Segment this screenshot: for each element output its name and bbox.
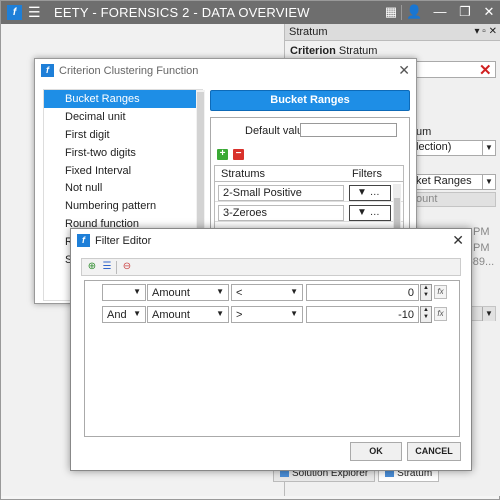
list-item[interactable]: Numbering pattern <box>44 197 202 215</box>
dialog-title-bar: f Filter Editor ✕ <box>71 229 471 253</box>
dock-time-1: PM <box>473 226 490 238</box>
ok-button[interactable]: OK <box>350 442 402 461</box>
table-row: 2-Small Positive ▼ … <box>215 182 403 202</box>
chevron-down-icon: ▼ <box>133 309 141 318</box>
chevron-down-icon: ▼ <box>133 287 141 296</box>
filter-icon: ▼ <box>357 207 367 218</box>
list-item[interactable]: Decimal unit <box>44 108 202 126</box>
chevron-down-icon: ▼ <box>216 287 224 296</box>
clear-icon[interactable]: ✕ <box>479 61 492 79</box>
remove-condition-icon[interactable]: ⊖ <box>121 261 133 273</box>
toolbar-separator <box>116 261 117 274</box>
expression-icon[interactable]: fx <box>434 285 447 299</box>
chevron-down-icon: ▼ <box>290 309 298 318</box>
value-spinner[interactable]: ▲ ▼ <box>420 306 432 323</box>
dock-header: Stratum ▾ ▫ ✕ <box>285 24 500 41</box>
table-row: 3-Zeroes ▼ … <box>215 202 403 222</box>
filter-editor-dialog: f Filter Editor ✕ ⊕ ☰ ⊖ ▼ Amount ▼ < ▼ 0… <box>70 228 472 471</box>
dialog-title-bar: f Criterion Clustering Function ✕ <box>35 59 416 83</box>
filter-ellipsis: … <box>369 187 380 198</box>
dialog-title: Filter Editor <box>95 235 152 247</box>
field-value: Amount <box>152 309 190 321</box>
dock-selection-value: lection) <box>416 141 452 153</box>
chevron-down-icon: ▼ <box>482 175 495 189</box>
filter-ellipsis: … <box>369 207 380 218</box>
column-header-filters: Filters <box>352 168 382 180</box>
bucket-ranges-button[interactable]: Bucket Ranges <box>210 90 410 111</box>
logic-dropdown[interactable]: And ▼ <box>102 306 146 323</box>
user-icon[interactable]: 👤 <box>406 4 422 20</box>
criterion-label: Criterion <box>290 45 336 57</box>
operator-value: < <box>236 287 243 299</box>
close-icon[interactable]: ✕ <box>481 4 497 20</box>
value-input[interactable]: 0 <box>306 284 419 301</box>
dock-selection-dropdown[interactable]: lection) ▼ <box>413 140 496 156</box>
title-separator <box>401 5 402 20</box>
add-row-button[interactable]: + <box>217 149 228 160</box>
filter-toolbar: ⊕ ☰ ⊖ <box>81 258 461 276</box>
field-dropdown[interactable]: Amount ▼ <box>147 284 229 301</box>
logic-value: And <box>107 309 127 321</box>
app-logo: f <box>41 64 54 77</box>
window-title: EETY - FORENSICS 2 - DATA OVERVIEW <box>54 5 310 20</box>
dialog-title: Criterion Clustering Function <box>59 65 199 77</box>
list-item[interactable]: Fixed Interval <box>44 162 202 180</box>
filter-icon: ▼ <box>357 187 367 198</box>
dock-title: Stratum <box>289 26 328 38</box>
app-logo: f <box>77 234 90 247</box>
dock-header-buttons[interactable]: ▾ ▫ ✕ <box>475 26 498 37</box>
dock-amount-field[interactable]: ount <box>413 192 496 207</box>
logic-dropdown[interactable]: ▼ <box>102 284 146 301</box>
field-value: Amount <box>152 287 190 299</box>
operator-dropdown[interactable]: < ▼ <box>231 284 303 301</box>
restore-icon[interactable]: ❐ <box>457 4 473 20</box>
filter-button[interactable]: ▼ … <box>349 205 391 221</box>
chevron-down-icon: ▼ <box>290 287 298 296</box>
grid-icon[interactable]: ▦ <box>383 4 399 20</box>
list-item[interactable]: Bucket Ranges <box>44 90 202 108</box>
list-item[interactable]: Not null <box>44 179 202 197</box>
column-header-stratums: Stratums <box>221 168 266 180</box>
filter-button[interactable]: ▼ … <box>349 185 391 201</box>
cancel-button[interactable]: CANCEL <box>407 442 461 461</box>
grid-header: Stratums Filters <box>215 166 403 182</box>
close-icon[interactable]: ✕ <box>452 232 464 249</box>
minimize-icon[interactable]: — <box>432 4 448 20</box>
criterion-value: Stratum <box>338 45 378 57</box>
app-logo: f <box>7 5 22 20</box>
filter-conditions-area <box>84 280 460 437</box>
operator-value: > <box>236 309 243 321</box>
value-spinner[interactable]: ▲ ▼ <box>420 284 432 301</box>
chevron-down-icon: ▼ <box>482 141 495 155</box>
dock-function-dropdown[interactable]: ket Ranges ▼ <box>413 174 496 190</box>
add-group-icon[interactable]: ☰ <box>101 261 113 273</box>
list-item[interactable]: First-two digits <box>44 144 202 162</box>
operator-dropdown[interactable]: > ▼ <box>231 306 303 323</box>
dock-amount-value: ount <box>416 193 438 205</box>
default-value-input[interactable] <box>300 123 397 137</box>
stratum-name-cell[interactable]: 2-Small Positive <box>218 185 344 201</box>
expression-icon[interactable]: fx <box>434 307 447 321</box>
stratum-name-cell[interactable]: 3-Zeroes <box>218 205 344 221</box>
field-dropdown[interactable]: Amount ▼ <box>147 306 229 323</box>
close-icon[interactable]: ✕ <box>398 62 410 79</box>
dock-time-2: PM <box>473 242 490 254</box>
dock-function-value: ket Ranges <box>416 175 472 187</box>
value-input[interactable]: -10 <box>306 306 419 323</box>
title-bar: f ☰ EETY - FORENSICS 2 - DATA OVERVIEW ▦… <box>1 1 500 24</box>
list-item[interactable]: First digit <box>44 126 202 144</box>
chevron-down-icon: ▼ <box>482 307 495 321</box>
chevron-down-icon: ▼ <box>216 309 224 318</box>
remove-row-button[interactable]: − <box>233 149 244 160</box>
add-condition-icon[interactable]: ⊕ <box>86 261 98 273</box>
menu-icon[interactable]: ☰ <box>28 5 41 19</box>
